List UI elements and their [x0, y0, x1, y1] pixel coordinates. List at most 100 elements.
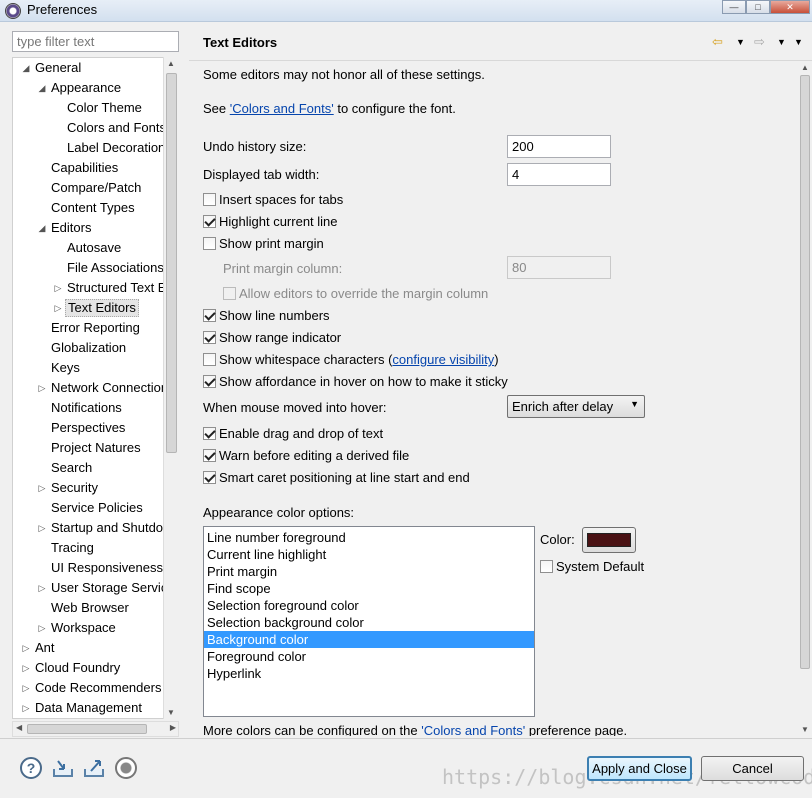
range-indicator-checkbox[interactable]	[203, 331, 216, 344]
color-picker-button[interactable]	[582, 527, 636, 553]
expanded-arrow-icon[interactable]: ◢	[21, 59, 31, 77]
collapsed-arrow-icon[interactable]: ▷	[53, 279, 63, 297]
collapsed-arrow-icon[interactable]: ▷	[21, 679, 31, 697]
drag-drop-checkbox[interactable]	[203, 427, 216, 440]
tree-item[interactable]: ▷ Ant	[13, 639, 178, 657]
panel-sash[interactable]	[181, 26, 189, 738]
tree-item[interactable]: ▷ Security	[13, 479, 178, 497]
hover-affordance-checkbox[interactable]	[203, 375, 216, 388]
tree-hscroll-thumb[interactable]	[27, 724, 147, 734]
print-margin-checkbox[interactable]	[203, 237, 216, 250]
view-menu-icon[interactable]: ▼	[794, 37, 803, 47]
tree-item[interactable]: Error Reporting	[13, 319, 178, 337]
import-icon[interactable]	[52, 757, 74, 779]
color-option-item[interactable]: Print margin	[204, 563, 534, 580]
tree-item[interactable]: Autosave	[13, 239, 178, 257]
colors-and-fonts-link[interactable]: 'Colors and Fonts'	[230, 101, 334, 116]
tree-item[interactable]: ▷ Code Recommenders	[13, 679, 178, 697]
tree-vertical-scrollbar[interactable]: ▲ ▼	[163, 57, 179, 719]
tree-item[interactable]: Color Theme	[13, 99, 178, 117]
maximize-button[interactable]: □	[746, 0, 770, 14]
collapsed-arrow-icon[interactable]: ▷	[21, 699, 31, 717]
undo-history-input[interactable]: 200	[507, 135, 611, 158]
tree-item[interactable]: Notifications	[13, 399, 178, 417]
tree-item[interactable]: Project Natures	[13, 439, 178, 457]
help-icon[interactable]: ?	[20, 757, 42, 779]
color-option-item[interactable]: Hyperlink	[204, 665, 534, 682]
tree-item[interactable]: File Associations	[13, 259, 178, 277]
filter-input[interactable]	[12, 31, 179, 52]
scroll-up-arrow-icon[interactable]: ▲	[167, 59, 175, 68]
tree-item[interactable]: Colors and Fonts	[13, 119, 178, 137]
apply-and-close-button[interactable]: Apply and Close	[587, 756, 692, 781]
collapsed-arrow-icon[interactable]: ▷	[53, 299, 63, 317]
highlight-line-checkbox[interactable]	[203, 215, 216, 228]
forward-arrow-icon[interactable]: ⇨	[754, 34, 765, 50]
color-option-item[interactable]: Current line highlight	[204, 546, 534, 563]
tree-item[interactable]: Content Types	[13, 199, 178, 217]
scroll-left-arrow-icon[interactable]: ◀	[16, 723, 22, 732]
tree-item[interactable]: ◢ Editors	[13, 219, 178, 237]
hover-mode-select[interactable]: Enrich after delay ▼	[507, 395, 645, 418]
tree-item[interactable]: Compare/Patch	[13, 179, 178, 197]
smart-caret-checkbox[interactable]	[203, 471, 216, 484]
page-scroll-up-icon[interactable]: ▲	[801, 63, 809, 72]
color-option-item[interactable]: Foreground color	[204, 648, 534, 665]
back-arrow-icon[interactable]: ⇦	[712, 34, 723, 50]
tab-width-input[interactable]: 4	[507, 163, 611, 186]
tree-item[interactable]: Tracing	[13, 539, 178, 557]
color-option-item[interactable]: Selection background color	[204, 614, 534, 631]
tree-item[interactable]: ▷ User Storage Service	[13, 579, 178, 597]
collapsed-arrow-icon[interactable]: ▷	[37, 379, 47, 397]
collapsed-arrow-icon[interactable]: ▷	[37, 619, 47, 637]
tree-item[interactable]: ▷ Cloud Foundry	[13, 659, 178, 677]
tree-item[interactable]: Label Decorations	[13, 139, 178, 157]
collapsed-arrow-icon[interactable]: ▷	[37, 579, 47, 597]
more-colors-link[interactable]: 'Colors and Fonts'	[421, 723, 525, 736]
tree-item[interactable]: ▷ Workspace	[13, 619, 178, 637]
cancel-button[interactable]: Cancel	[701, 756, 804, 781]
back-dropdown-icon[interactable]: ▼	[736, 37, 745, 47]
collapsed-arrow-icon[interactable]: ▷	[37, 479, 47, 497]
color-option-item[interactable]: Selection foreground color	[204, 597, 534, 614]
tree-item[interactable]: ◢ General	[13, 59, 178, 77]
tree-item[interactable]: ▷ Network Connections	[13, 379, 178, 397]
collapsed-arrow-icon[interactable]: ▷	[21, 659, 31, 677]
tree-item[interactable]: Keys	[13, 359, 178, 377]
page-scroll-thumb[interactable]	[800, 75, 810, 669]
tree-item[interactable]: Capabilities	[13, 159, 178, 177]
line-numbers-checkbox[interactable]	[203, 309, 216, 322]
scroll-down-arrow-icon[interactable]: ▼	[167, 708, 175, 717]
tree-item[interactable]: ▷ Data Management	[13, 699, 178, 717]
warn-derived-checkbox[interactable]	[203, 449, 216, 462]
record-icon[interactable]	[115, 757, 137, 779]
page-scroll-down-icon[interactable]: ▼	[801, 725, 809, 734]
close-button[interactable]: ✕	[770, 0, 810, 14]
tree-item[interactable]: Globalization	[13, 339, 178, 357]
tree-item[interactable]: ▷ Startup and Shutdown	[13, 519, 178, 537]
tree-item[interactable]: UI Responsiveness	[13, 559, 178, 577]
tree-item[interactable]: ◢ Appearance	[13, 79, 178, 97]
page-vertical-scrollbar[interactable]: ▲ ▼	[798, 61, 812, 736]
tree-item[interactable]: Search	[13, 459, 178, 477]
export-icon[interactable]	[83, 757, 105, 779]
whitespace-checkbox[interactable]	[203, 353, 216, 366]
color-option-item[interactable]: Background color	[204, 631, 534, 648]
color-option-item[interactable]: Line number foreground	[204, 529, 534, 546]
tree-item[interactable]: Service Policies	[13, 499, 178, 517]
tree-item[interactable]: ▷ Structured Text Editors	[13, 279, 178, 297]
tree-scroll-thumb[interactable]	[166, 73, 177, 453]
tree-item[interactable]: Perspectives	[13, 419, 178, 437]
expanded-arrow-icon[interactable]: ◢	[37, 79, 47, 97]
system-default-checkbox[interactable]	[540, 560, 553, 573]
insert-spaces-checkbox[interactable]	[203, 193, 216, 206]
collapsed-arrow-icon[interactable]: ▷	[37, 519, 47, 537]
color-option-item[interactable]: Find scope	[204, 580, 534, 597]
minimize-button[interactable]: —	[722, 0, 746, 14]
scroll-right-arrow-icon[interactable]: ▶	[170, 723, 176, 732]
expanded-arrow-icon[interactable]: ◢	[37, 219, 47, 237]
configure-visibility-link[interactable]: configure visibility	[392, 352, 494, 367]
forward-dropdown-icon[interactable]: ▼	[777, 37, 786, 47]
collapsed-arrow-icon[interactable]: ▷	[21, 639, 31, 657]
tree-item[interactable]: Web Browser	[13, 599, 178, 617]
